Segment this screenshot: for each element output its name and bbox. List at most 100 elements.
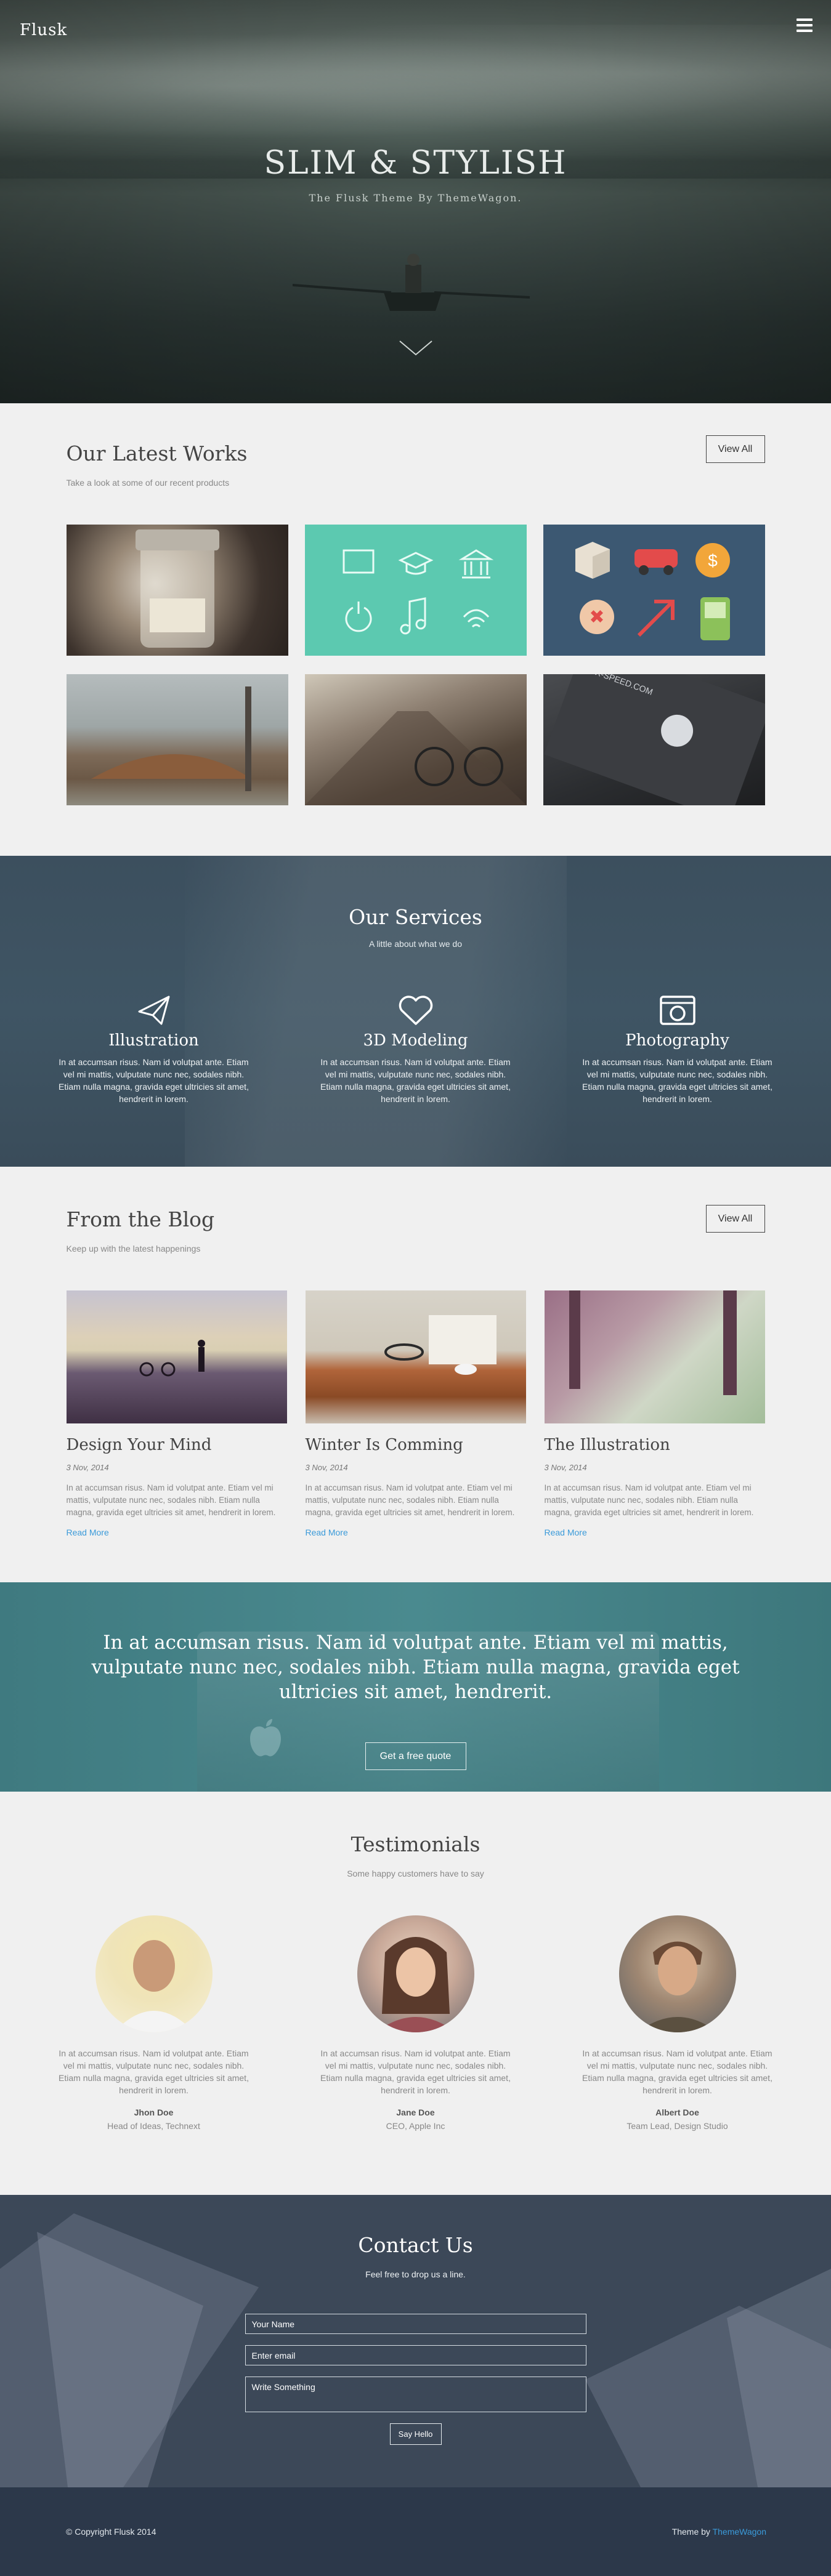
services-section: Our Services A little about what we do I… — [0, 856, 831, 1167]
footer: © Copyright Flusk 2014 Theme by ThemeWag… — [0, 2487, 831, 2576]
svg-text:$: $ — [708, 551, 718, 570]
blog-post: Design Your Mind 3 Nov, 2014 In at accum… — [66, 1290, 287, 1537]
themewagon-link[interactable]: ThemeWagon — [713, 2527, 766, 2537]
testimonial-card: In at accumsan risus. Nam id volutpat an… — [55, 1915, 253, 2131]
hero-subtitle: The Flusk Theme By ThemeWagon. — [309, 192, 522, 204]
work-tile-business-card[interactable]: BIX-SPEED.COM — [543, 674, 765, 805]
avatar — [618, 1915, 736, 2032]
service-text: In at accumsan risus. Nam id volutpat an… — [320, 1057, 511, 1104]
blog-post-image[interactable] — [305, 1290, 526, 1423]
blog-view-all-button[interactable]: View All — [705, 1205, 765, 1233]
service-text: In at accumsan risus. Nam id volutpat an… — [582, 1057, 772, 1104]
jar-photo — [135, 529, 219, 648]
copyright-text: © Copyright Flusk 2014 — [66, 2527, 156, 2537]
heart-icon — [399, 996, 432, 1025]
read-more-link[interactable]: Read More — [545, 1527, 765, 1537]
hamburger-menu-icon[interactable] — [797, 18, 813, 32]
testimonial-role: Team Lead, Design Studio — [626, 2121, 728, 2131]
blog-post-date: 3 Nov, 2014 — [66, 1463, 109, 1472]
read-more-link[interactable]: Read More — [306, 1527, 526, 1537]
testimonial-role: Head of Ideas, Technext — [107, 2121, 200, 2131]
email-input[interactable]: Enter email — [245, 2345, 586, 2365]
power-icon — [345, 602, 371, 632]
testimonial-name: Albert Doe — [655, 2107, 699, 2117]
works-title: Our Latest Works — [66, 441, 248, 465]
contact-subtitle: Feel free to drop us a line. — [365, 2269, 466, 2279]
service-title: Photography — [625, 1031, 729, 1050]
blog-post-title[interactable]: Winter Is Comming — [306, 1436, 526, 1454]
testimonials-subtitle: Some happy customers have to say — [347, 1869, 484, 1878]
site-logo[interactable]: Flusk — [20, 21, 67, 39]
blog-post-date: 3 Nov, 2014 — [544, 1463, 587, 1472]
apple-logo-icon — [250, 1719, 281, 1757]
graduation-cap-icon — [398, 552, 433, 575]
monitor-icon — [343, 549, 374, 574]
testimonial-text: In at accumsan risus. Nam id volutpat an… — [582, 2048, 772, 2095]
car-icon — [634, 549, 678, 575]
blog-post-excerpt: In at accumsan risus. Nam id volutpat an… — [66, 1483, 276, 1517]
beach-silhouette-photo — [139, 1340, 205, 1377]
message-textarea[interactable]: Write Something — [245, 2377, 586, 2412]
bank-icon — [458, 549, 493, 579]
name-input[interactable]: Your Name — [245, 2314, 586, 2334]
blog-post-excerpt: In at accumsan risus. Nam id volutpat an… — [305, 1483, 515, 1517]
work-tile-street[interactable] — [304, 674, 527, 805]
blog-subtitle: Keep up with the latest happenings — [66, 1244, 201, 1254]
avatar — [95, 1915, 213, 2032]
blog-post-title[interactable]: The Illustration — [545, 1436, 765, 1454]
coin-icon: $ — [695, 543, 730, 578]
avatar — [357, 1915, 474, 2032]
blog-post: The Illustration 3 Nov, 2014 In at accum… — [544, 1290, 765, 1537]
cube-icon — [575, 542, 610, 579]
service-3d-modeling: 3D Modeling In at accumsan risus. Nam id… — [317, 992, 514, 1105]
work-tile-jar[interactable] — [66, 525, 288, 656]
theme-credit: Theme by ThemeWagon — [672, 2527, 766, 2537]
service-title: Illustration — [108, 1031, 199, 1050]
hero-title: SLIM & STYLISH — [264, 145, 567, 182]
service-title: 3D Modeling — [363, 1031, 468, 1050]
credit-prefix: Theme by — [671, 2527, 713, 2537]
contact-title: Contact Us — [358, 2233, 473, 2257]
svg-text:✖: ✖ — [589, 607, 604, 627]
service-illustration: Illustration In at accumsan risus. Nam i… — [55, 992, 253, 1105]
blog-post-excerpt: In at accumsan risus. Nam id volutpat an… — [544, 1483, 754, 1517]
line-icons-set — [343, 549, 493, 635]
blog-title: From the Blog — [66, 1207, 215, 1231]
works-view-all-button[interactable]: View All — [705, 435, 765, 463]
quote-text: In at accumsan risus. Nam id volutpat an… — [91, 1632, 740, 1703]
testimonial-text: In at accumsan risus. Nam id volutpat an… — [320, 2048, 511, 2095]
blog-post-image[interactable] — [544, 1290, 765, 1423]
testimonial-card: In at accumsan risus. Nam id volutpat an… — [579, 1915, 776, 2131]
desk-headphones-photo — [384, 1315, 497, 1375]
hero-clouds — [0, 25, 831, 148]
gameboy-icon — [700, 597, 730, 640]
services-title: Our Services — [349, 905, 482, 929]
arrow-icon — [637, 600, 675, 637]
blog-post-title[interactable]: Design Your Mind — [67, 1436, 287, 1454]
business-card-photo: BIX-SPEED.COM — [543, 674, 765, 805]
testimonial-name: Jhon Doe — [134, 2107, 174, 2117]
paper-plane-icon — [138, 996, 169, 1025]
blog-section: From the Blog Keep up with the latest ha… — [0, 1167, 831, 1582]
blog-post-date: 3 Nov, 2014 — [305, 1463, 348, 1472]
work-tile-icons-teal[interactable] — [304, 525, 527, 656]
works-grid: $ ✖ BIX-SPEED.COM — [66, 525, 765, 805]
camera-icon — [659, 996, 695, 1025]
say-hello-button[interactable]: Say Hello — [389, 2423, 442, 2445]
service-text: In at accumsan risus. Nam id volutpat an… — [59, 1057, 249, 1104]
read-more-link[interactable]: Read More — [67, 1527, 287, 1537]
work-tile-woodpile[interactable] — [66, 674, 288, 805]
flat-icons-set: $ ✖ — [575, 542, 730, 640]
contact-section: Contact Us Feel free to drop us a line. … — [0, 2195, 831, 2487]
music-note-icon — [400, 597, 426, 635]
services-subtitle: A little about what we do — [369, 939, 462, 949]
scroll-down-chevron-icon[interactable] — [397, 339, 434, 357]
work-tile-icons-navy[interactable]: $ ✖ — [543, 525, 765, 656]
blog-post-image[interactable] — [66, 1290, 287, 1423]
service-photography: Photography In at accumsan risus. Nam id… — [579, 992, 776, 1105]
get-quote-button[interactable]: Get a free quote — [365, 1742, 466, 1770]
quote-section: In at accumsan risus. Nam id volutpat an… — [0, 1582, 831, 1792]
testimonial-text: In at accumsan risus. Nam id volutpat an… — [59, 2048, 249, 2095]
testimonial-card: In at accumsan risus. Nam id volutpat an… — [317, 1915, 514, 2131]
works-section: Our Latest Works Take a look at some of … — [0, 403, 831, 856]
